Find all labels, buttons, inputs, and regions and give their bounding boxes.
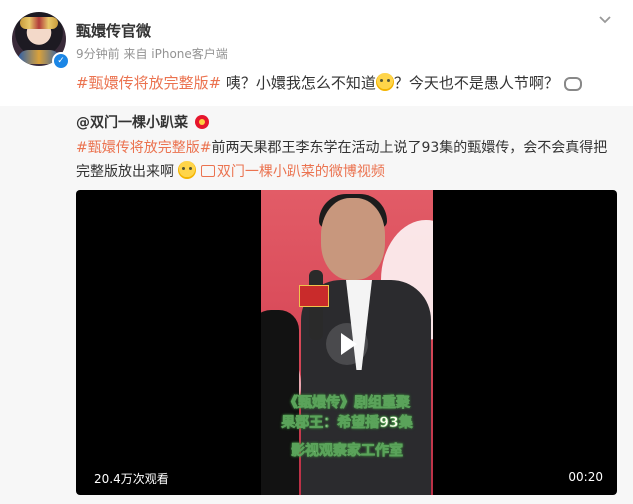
post-text-part2: ？今天也不是愚人节啊？ — [393, 74, 559, 92]
emoji-icon — [178, 161, 197, 179]
hair-ornament — [20, 17, 58, 29]
post-meta: 9分钟前 来自 iPhone客户端 — [76, 47, 228, 61]
video-player[interactable]: 《甄嬛传》剧组重聚 果郡王：希望播93集 影视观察家工作室 20.4万次观看 0… — [76, 190, 617, 495]
chevron-down-icon[interactable] — [597, 12, 613, 28]
repost-author[interactable]: @双门一棵小趴菜 — [76, 112, 209, 132]
post-text-part1: 咦？小嬛我怎么不知道 — [221, 74, 376, 92]
video-icon — [200, 165, 215, 177]
mic-flag — [299, 285, 329, 307]
play-button[interactable] — [326, 323, 368, 365]
author-name[interactable]: 甄嬛传官微 — [76, 20, 151, 41]
video-duration: 00:20 — [568, 470, 603, 484]
video-caption-3: 影视观察家工作室 — [291, 443, 404, 460]
video-link[interactable]: 双门一棵小趴菜的微博视频 — [200, 164, 385, 180]
thinking-emoji-icon — [375, 73, 394, 91]
repost-hashtag-link[interactable]: #甄嬛传将放完整版# — [76, 140, 211, 156]
video-caption-1: 《甄嬛传》剧组重聚 — [284, 395, 411, 412]
verified-badge-icon: ✓ — [52, 52, 70, 70]
post-text: #甄嬛传将放完整版# 咦？小嬛我怎么不知道 ？今天也不是愚人节啊？ — [76, 72, 582, 93]
head — [321, 198, 385, 280]
video-link-label[interactable]: 双门一棵小趴菜的微博视频 — [217, 164, 385, 180]
repost-text: #甄嬛传将放完整版#前两天果郡王李东学在活动上说了93集的甄嬛传，会不会真得把完… — [76, 136, 616, 184]
user-badge-icon — [194, 115, 209, 129]
video-caption-2: 果郡王：希望播93集 — [281, 415, 413, 432]
glasses-emoji-icon — [563, 77, 582, 91]
repost-author-name[interactable]: @双门一棵小趴菜 — [76, 115, 188, 131]
view-count: 20.4万次观看 — [94, 472, 169, 486]
hashtag-link[interactable]: #甄嬛传将放完整版# — [76, 74, 221, 92]
